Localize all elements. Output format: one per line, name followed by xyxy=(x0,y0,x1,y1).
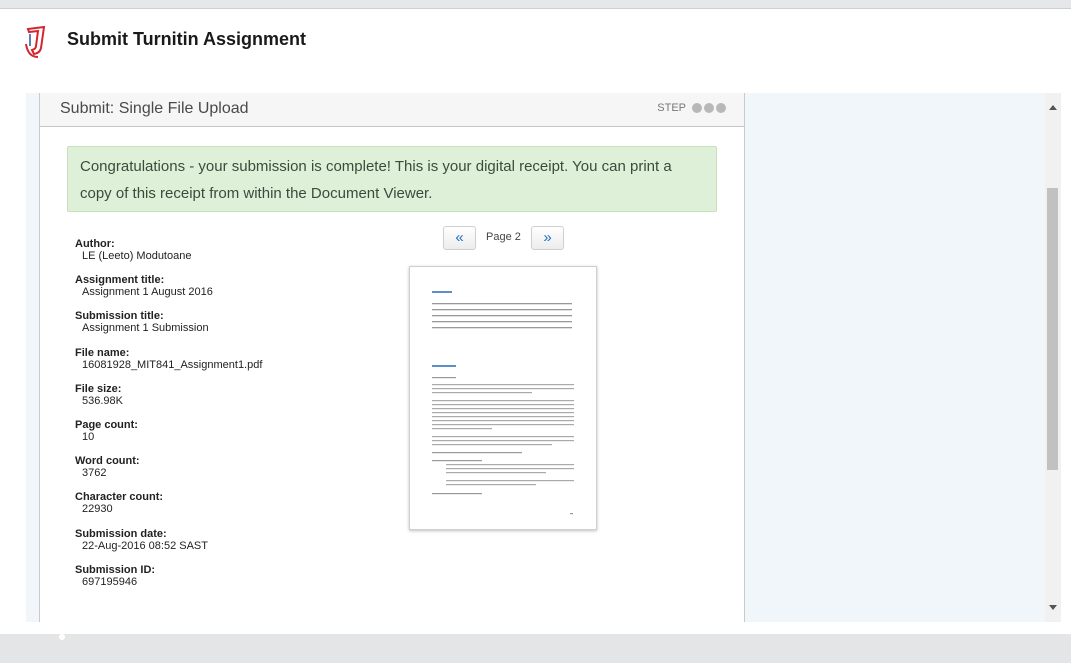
panel-title: Submit: Single File Upload xyxy=(60,100,249,117)
success-alert: Congratulations - your submission is com… xyxy=(67,146,717,212)
receipt-assignment-title: Assignment title: Assignment 1 August 20… xyxy=(75,274,395,310)
field-label: Assignment title: xyxy=(75,274,165,287)
field-value: Assignment 1 August 2016 xyxy=(82,286,213,299)
field-value: 22930 xyxy=(82,503,113,516)
submission-panel: Submit: Single File Upload STEP Congratu… xyxy=(39,93,745,622)
step-dot-2 xyxy=(704,103,714,113)
receipt-file-size: File size: 536.98K xyxy=(75,383,395,419)
field-value: LE (Leeto) Modutoane xyxy=(82,250,192,262)
field-label: Word count: xyxy=(75,455,140,468)
step-dot-1 xyxy=(692,103,702,113)
page-background xyxy=(0,634,1071,663)
field-value: 536.98K xyxy=(82,394,123,407)
field-value: 16081928_MIT841_Assignment1.pdf xyxy=(82,358,263,371)
field-label: Character count: xyxy=(75,491,164,504)
receipt-file-name: File name: 16081928_MIT841_Assignment1.p… xyxy=(75,347,395,383)
field-label: Author: xyxy=(75,238,115,250)
document-page-preview[interactable] xyxy=(409,266,597,530)
receipt-submission-date: Submission date: 22-Aug-2016 08:52 SAST xyxy=(75,528,395,564)
field-label: Submission ID: xyxy=(75,563,156,576)
step-dot-3 xyxy=(716,103,726,113)
receipt-character-count: Character count: 22930 xyxy=(75,491,395,527)
receipt-word-count: Word count: 3762 xyxy=(75,455,395,491)
panel-header: Submit: Single File Upload STEP xyxy=(40,93,744,127)
vertical-scrollbar[interactable] xyxy=(1045,93,1061,622)
receipt-submission-id: Submission ID: 697195946 xyxy=(75,564,395,600)
page-thumbnail-image xyxy=(432,291,574,515)
submit-dialog: Submit Turnitin Assignment Submit: Singl… xyxy=(0,8,1071,635)
field-label: File size: xyxy=(75,382,122,395)
field-value: 3762 xyxy=(82,467,107,480)
field-value: 697195946 xyxy=(82,575,138,588)
field-value: 22-Aug-2016 08:52 SAST xyxy=(82,539,208,552)
field-label: Page count: xyxy=(75,418,138,431)
scroll-up-arrow-icon[interactable] xyxy=(1049,105,1057,110)
field-label: Submission date: xyxy=(75,527,167,540)
next-page-button[interactable]: » xyxy=(531,226,564,250)
receipt-details: Author: LE (Leeto) Modutoane Assignment … xyxy=(75,238,395,600)
field-label: Submission title: xyxy=(75,310,164,323)
receipt-author: Author: LE (Leeto) Modutoane xyxy=(75,238,395,274)
field-value: 10 xyxy=(82,430,95,443)
scroll-down-arrow-icon[interactable] xyxy=(1049,605,1057,610)
dialog-header: Submit Turnitin Assignment xyxy=(0,9,1071,91)
previous-page-button[interactable]: « xyxy=(443,226,476,250)
success-message: Congratulations - your submission is com… xyxy=(80,158,672,202)
field-value: Assignment 1 Submission xyxy=(82,322,209,335)
dialog-content: Submit: Single File Upload STEP Congratu… xyxy=(26,93,1045,622)
background-dot xyxy=(59,634,65,640)
receipt-page-count: Page count: 10 xyxy=(75,419,395,455)
scrollbar-thumb[interactable] xyxy=(1047,188,1058,470)
receipt-submission-title: Submission title: Assignment 1 Submissio… xyxy=(75,310,395,346)
step-label: STEP xyxy=(657,102,686,114)
turnitin-logo-icon xyxy=(25,26,46,58)
page-indicator: Page 2 xyxy=(486,231,521,243)
step-indicator: STEP xyxy=(657,102,726,114)
page-navigator: « Page 2 » xyxy=(443,226,564,250)
dialog-title: Submit Turnitin Assignment xyxy=(67,29,306,49)
field-label: File name: xyxy=(75,346,130,359)
